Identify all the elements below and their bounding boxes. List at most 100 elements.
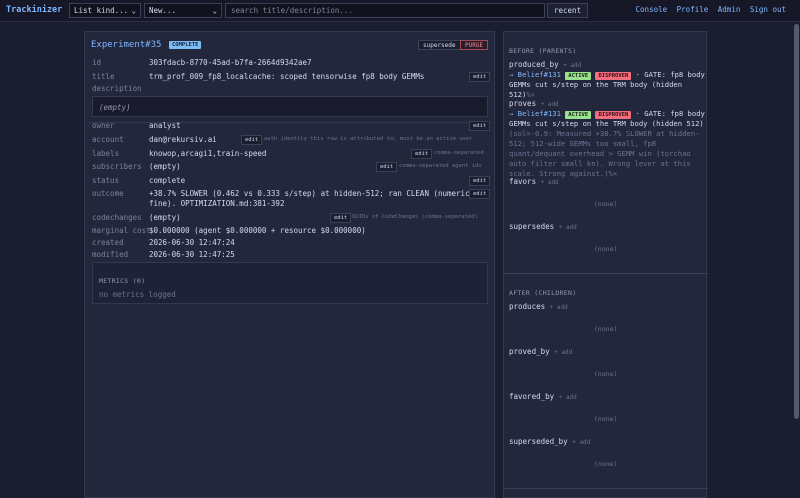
- section-divider: [504, 273, 708, 274]
- purge-button[interactable]: PURGE: [460, 40, 489, 50]
- edit-outcome-button[interactable]: edit: [469, 189, 491, 199]
- edit-subscribers-button[interactable]: edit: [376, 162, 398, 172]
- kind-select[interactable]: List kind... ⌄: [69, 3, 141, 18]
- chevron-down-icon: ⌄: [212, 6, 217, 15]
- nav-link-profile[interactable]: Profile: [677, 5, 709, 14]
- add-superseded-by-link[interactable]: + add: [572, 439, 590, 446]
- search-input[interactable]: search title/description...: [225, 3, 545, 18]
- chevron-down-icon: ⌄: [131, 6, 136, 15]
- add-favors-link[interactable]: + add: [541, 179, 559, 186]
- field-label-id: id: [92, 58, 102, 67]
- arrow-icon: →: [509, 70, 514, 79]
- field-label-codechanges: codechanges: [92, 213, 142, 222]
- favored-by-none: (none): [594, 415, 618, 423]
- nav-link-admin[interactable]: Admin: [718, 5, 741, 14]
- recent-button[interactable]: recent: [547, 3, 589, 18]
- field-label-subscribers: subscribers: [92, 162, 142, 171]
- remove-icon[interactable]: %×: [526, 90, 535, 99]
- relation-name: produced_by: [509, 60, 559, 69]
- field-value-id: 303fdacb-8770-45ad-b7fa-2664d9342ae7: [149, 58, 312, 67]
- field-label-description: description: [92, 84, 142, 93]
- field-value-account: dan@rekursiv.ai: [149, 135, 217, 144]
- edit-status-button[interactable]: edit: [469, 176, 491, 186]
- after-children-title: AFTER (CHILDREN): [509, 289, 577, 297]
- metrics-section: METRICS (0) no metrics logged: [92, 262, 488, 304]
- nav-links: Console Profile Admin Sign out: [631, 5, 786, 14]
- field-label-title: title: [92, 72, 115, 81]
- field-value-subscribers: (empty): [149, 162, 181, 171]
- relation-favors: favors + add: [509, 177, 559, 186]
- edit-codechanges-button[interactable]: edit: [330, 213, 352, 223]
- relation-name: favors: [509, 177, 537, 186]
- top-nav-bar: Trackinizer List kind... ⌄ New... ⌄ sear…: [0, 0, 800, 22]
- field-value-owner: analyst: [149, 121, 181, 130]
- relation-proved-by: proved_by + add: [509, 347, 572, 356]
- description-box[interactable]: (empty): [92, 96, 488, 117]
- field-label-account: account: [92, 135, 124, 144]
- arrow-icon: →: [509, 109, 514, 118]
- relation-produces: produces + add: [509, 302, 568, 311]
- disproven-badge: DISPROVEN: [595, 72, 632, 80]
- relation-name: superseded_by: [509, 437, 568, 446]
- brand-logo[interactable]: Trackinizer: [6, 5, 62, 15]
- add-proves-link[interactable]: + add: [541, 101, 559, 108]
- field-label-marginal-cost: marginal cost: [92, 226, 151, 235]
- relation-favored-by: favored_by + add: [509, 392, 577, 401]
- add-produces-link[interactable]: + add: [550, 304, 568, 311]
- active-badge: ACTIVE: [565, 111, 592, 119]
- relation-superseded-by: superseded_by + add: [509, 437, 590, 446]
- relation-name: proved_by: [509, 347, 550, 356]
- field-label-modified: modified: [92, 250, 129, 259]
- field-value-title: trm_prof_009_fp8_localcache: scoped tens…: [149, 72, 425, 81]
- metrics-title: METRICS (0): [99, 277, 146, 285]
- before-parents-title: BEFORE (PARENTS): [509, 47, 577, 55]
- relation-name: favored_by: [509, 392, 555, 401]
- new-select[interactable]: New... ⌄: [144, 3, 222, 18]
- field-value-codechanges: (empty): [149, 213, 181, 222]
- field-value-marginal-cost: $0.000000 (agent $0.000000 + resource $0…: [149, 226, 366, 235]
- status-badge: COMPLETE: [168, 41, 202, 49]
- add-produced-by-link[interactable]: + add: [563, 62, 581, 69]
- codechanges-hint: UUIDs of CodeChanges (comma-separated): [352, 214, 478, 220]
- proved-by-none: (none): [594, 370, 618, 378]
- field-value-labels: knowop,arcagi1,train-speed: [149, 149, 267, 158]
- field-value-modified: 2026-06-30 12:47:25: [149, 250, 235, 259]
- produces-none: (none): [594, 325, 618, 333]
- add-supersedes-link[interactable]: + add: [559, 224, 577, 231]
- field-label-labels: labels: [92, 149, 120, 158]
- experiment-header: Experiment#35 COMPLETE: [91, 40, 202, 50]
- relation-proves: proves + add: [509, 99, 559, 108]
- field-value-created: 2026-06-30 12:47:24: [149, 238, 235, 247]
- labels-hint: comma-separated: [434, 150, 484, 156]
- metrics-empty: no metrics logged: [99, 290, 176, 299]
- belief-link[interactable]: Belief#131: [518, 70, 561, 79]
- edit-owner-button[interactable]: edit: [469, 121, 491, 131]
- favors-none: (none): [594, 200, 618, 208]
- nav-link-console[interactable]: Console: [636, 5, 668, 14]
- account-hint: auth identity this row is attributed to;…: [264, 136, 473, 142]
- field-value-outcome-line1: +38.7% SLOWER (0.462 vs 0.333 s/step) at…: [149, 189, 475, 198]
- edit-labels-button[interactable]: edit: [411, 149, 433, 159]
- edit-account-button[interactable]: edit: [241, 135, 263, 145]
- experiment-detail-panel: Experiment#35 COMPLETE supersede PURGE i…: [84, 31, 495, 498]
- relations-panel: BEFORE (PARENTS) produced_by + add → Bel…: [503, 31, 708, 498]
- add-proved-by-link[interactable]: + add: [554, 349, 572, 356]
- new-select-value: New...: [149, 6, 177, 15]
- remove-icon[interactable]: %×: [609, 169, 618, 178]
- experiment-title: Experiment#35: [91, 40, 162, 50]
- description-value: (empty): [99, 103, 131, 112]
- nav-link-sign-out[interactable]: Sign out: [750, 5, 786, 14]
- active-badge: ACTIVE: [565, 72, 592, 80]
- relation-name: proves: [509, 99, 537, 108]
- belief-link[interactable]: Belief#131: [518, 109, 561, 118]
- relation-supersedes: supersedes + add: [509, 222, 577, 231]
- field-label-created: created: [92, 238, 124, 247]
- belief-detail: (sol=-0.9: Measured +38.7% SLOWER at hid…: [509, 129, 700, 178]
- supersede-button[interactable]: supersede: [418, 40, 461, 50]
- field-label-outcome: outcome: [92, 189, 124, 198]
- scrollbar-thumb[interactable]: [794, 24, 799, 419]
- search-placeholder: search title/description...: [231, 6, 353, 15]
- edit-title-button[interactable]: edit: [469, 72, 491, 82]
- field-label-status: status: [92, 176, 120, 185]
- add-favored-by-link[interactable]: + add: [559, 394, 577, 401]
